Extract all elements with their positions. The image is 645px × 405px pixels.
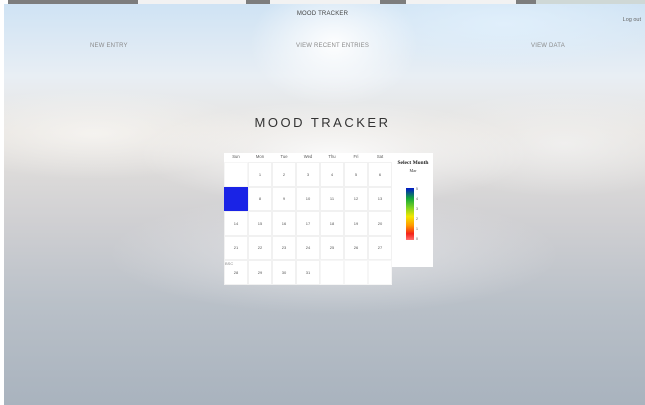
calendar-day[interactable]: 10 — [296, 186, 320, 211]
calendar-day[interactable]: 9 — [272, 186, 296, 211]
calendar-day[interactable]: 18 — [320, 211, 344, 236]
calendar-day[interactable]: 29 — [248, 260, 272, 285]
legend-label: 1 — [416, 227, 418, 231]
calendar-day[interactable]: 31 — [296, 260, 320, 285]
legend-label: 2 — [416, 217, 418, 221]
calendar-empty-cell — [224, 162, 248, 187]
calendar-day[interactable]: 8 — [248, 186, 272, 211]
calendar-day[interactable]: 15 — [248, 211, 272, 236]
calendar-day[interactable]: 22 — [248, 235, 272, 260]
nav-view-recent-entries[interactable]: VIEW RECENT ENTRIES — [296, 43, 369, 49]
brand-title: MOOD TRACKER — [296, 11, 349, 17]
page-title: MOOD TRACKER — [254, 115, 391, 130]
calendar-day[interactable]: 19 — [344, 211, 368, 236]
calendar-day[interactable]: 14 — [224, 211, 248, 236]
day-of-week-label: Mon — [255, 154, 265, 159]
mood-calendar-card: Sun Mon Tue Wed Thu Fri Sat 1 2 3 4 5 6 8 9 10 11 12 13 14… — [224, 153, 433, 285]
legend-labels: 5 4 3 2 1 0 — [416, 187, 418, 241]
calendar-day[interactable]: 25 — [320, 235, 344, 260]
mood-color-legend — [406, 188, 414, 240]
calendar-day[interactable]: 27 — [368, 235, 392, 260]
calendar-empty-cell — [368, 260, 392, 285]
calendar-day[interactable]: 17 — [296, 211, 320, 236]
calendar-day[interactable]: 13 — [368, 186, 392, 211]
day-of-week-header: Sun Mon Tue Wed Thu Fri Sat — [224, 154, 392, 161]
legend-label: 3 — [416, 207, 418, 211]
calendar-day[interactable]: 30 — [272, 260, 296, 285]
legend-label: 4 — [416, 197, 418, 201]
calendar-day[interactable]: 1 — [248, 162, 272, 187]
calendar-day[interactable]: 11 — [320, 186, 344, 211]
calendar-day[interactable]: 2 — [272, 162, 296, 187]
calendar-day[interactable]: 6 — [368, 162, 392, 187]
day-of-week-label: Thu — [328, 154, 336, 159]
nav-new-entry[interactable]: NEW ENTRY — [90, 43, 128, 49]
calendar-day[interactable]: 21 — [224, 235, 248, 260]
day-of-week-label: Tue — [280, 154, 288, 159]
browser-top-strip — [0, 0, 645, 4]
day-of-week-label: Wed — [303, 154, 313, 159]
day-of-week-label: Sun — [232, 154, 240, 159]
calendar-day[interactable]: 3 — [296, 162, 320, 187]
legend-label: 0 — [416, 237, 418, 241]
day-of-week-label: Sat — [376, 154, 384, 159]
month-select[interactable]: Mar — [394, 168, 432, 173]
calendar-grid: 1 2 3 4 5 6 8 9 10 11 12 13 14 15 16 17 18 19 20 21 22 23 24 25… — [224, 162, 392, 285]
nav-view-data[interactable]: VIEW DATA — [531, 43, 565, 49]
calendar-day[interactable]: 16 — [272, 211, 296, 236]
calendar-empty-cell — [344, 260, 368, 285]
select-month-title: Select Month — [397, 160, 429, 166]
calendar-day[interactable]: 4 — [320, 162, 344, 187]
calendar-footnote: BSC — [225, 261, 234, 266]
logout-link[interactable]: Log out — [623, 17, 641, 23]
calendar-day-selected[interactable] — [224, 186, 248, 211]
calendar-day[interactable]: 12 — [344, 186, 368, 211]
day-of-week-label: Fri — [353, 154, 359, 159]
month-selector-panel: Select Month Mar 5 4 3 2 1 0 — [394, 160, 432, 241]
calendar-day[interactable]: 20 — [368, 211, 392, 236]
calendar-day[interactable]: 24 — [296, 235, 320, 260]
calendar-day[interactable]: 5 — [344, 162, 368, 187]
calendar-day[interactable]: 26 — [344, 235, 368, 260]
legend-label: 5 — [416, 187, 418, 191]
calendar-empty-cell — [320, 260, 344, 285]
calendar-day[interactable]: 23 — [272, 235, 296, 260]
